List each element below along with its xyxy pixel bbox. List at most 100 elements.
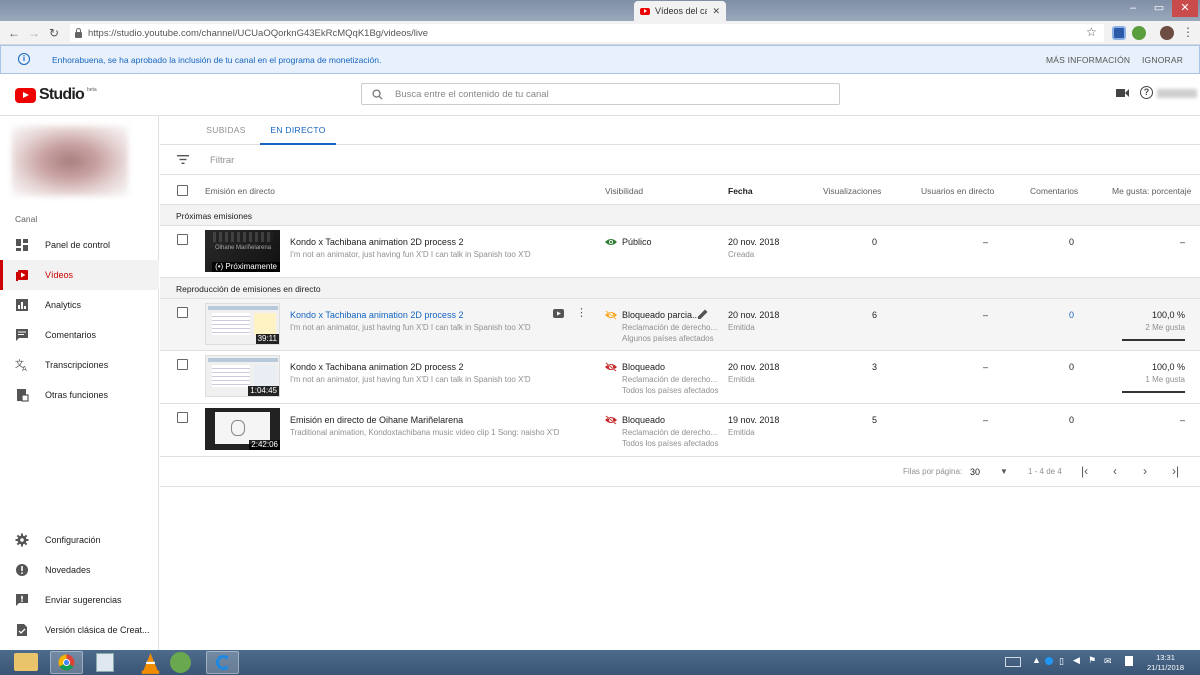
table-row[interactable]: 2:42:06 Emisión en directo de Oihane Mar… — [160, 404, 1200, 457]
chevron-down-icon[interactable]: ▼ — [1000, 467, 1008, 476]
sidebar-item-transcriptions[interactable]: 文A Transcripciones — [0, 350, 159, 380]
profile-avatar[interactable] — [1160, 26, 1174, 40]
date-status: Emitida — [728, 375, 755, 384]
tab-live[interactable]: EN DIRECTO — [260, 116, 336, 145]
video-thumbnail[interactable]: 39:11 — [205, 303, 280, 345]
column-header-comments[interactable]: Comentarios — [1030, 186, 1078, 196]
sidebar-item-other-features[interactable]: Otras funciones — [0, 380, 159, 410]
volume-icon[interactable]: ◀ — [1073, 655, 1080, 666]
video-date: 20 nov. 2018 — [728, 362, 780, 372]
table-row[interactable]: 1:04:45 Kondo x Tachibana animation 2D p… — [160, 351, 1200, 404]
more-options-icon[interactable]: ⋮ — [576, 306, 587, 319]
column-header-views[interactable]: Visualizaciones — [823, 186, 881, 196]
address-bar[interactable]: https://studio.youtube.com/channel/UCUaO… — [70, 24, 1104, 42]
notepad-icon[interactable] — [96, 653, 114, 672]
video-duration: 1:04:45 — [248, 386, 279, 396]
sidebar-item-classic[interactable]: Versión clásica de Creat... — [0, 615, 159, 645]
notification-icon[interactable] — [1125, 656, 1133, 666]
extension-icon[interactable] — [1112, 26, 1126, 40]
row-checkbox[interactable] — [177, 412, 188, 423]
filter-bar[interactable]: Filtrar — [160, 145, 1200, 175]
edit-pencil-icon[interactable] — [698, 309, 708, 319]
browser-tab[interactable]: Vídeos del canal ✕ — [634, 1, 726, 21]
section-label: Reproducción de emisiones en directo — [176, 284, 321, 294]
minimize-window-icon[interactable]: – — [1120, 0, 1146, 17]
video-title[interactable]: Kondo x Tachibana animation 2D process 2 — [290, 310, 463, 320]
video-title[interactable]: Kondo x Tachibana animation 2D process 2 — [290, 362, 463, 372]
column-header-stream[interactable]: Emisión en directo — [205, 186, 275, 196]
back-arrow-icon[interactable]: ← — [6, 25, 22, 41]
tab-uploads[interactable]: SUBIDAS — [200, 116, 252, 145]
browser-menu-icon[interactable]: ⋮ — [1182, 25, 1194, 39]
sidebar-item-settings[interactable]: Configuración — [0, 525, 159, 555]
video-thumbnail[interactable]: 2:42:06 — [205, 408, 280, 450]
action-center-icon[interactable]: ✉ — [1104, 656, 1112, 667]
sidebar-item-videos[interactable]: Vídeos — [0, 260, 159, 290]
more-info-button[interactable]: MÁS INFORMACIÓN — [1046, 55, 1130, 65]
sidebar-item-label: Enviar sugerencias — [45, 595, 122, 605]
edge-taskbar-button[interactable] — [206, 651, 239, 674]
previous-page-icon[interactable]: ‹ — [1113, 464, 1117, 478]
channel-avatar[interactable] — [12, 126, 128, 196]
video-title[interactable]: Emisión en directo de Oihane Mariñelaren… — [290, 415, 463, 425]
last-page-icon[interactable]: ›| — [1172, 464, 1179, 478]
utorrent-icon[interactable] — [170, 652, 191, 673]
reload-icon[interactable]: ↻ — [46, 25, 62, 41]
flag-icon[interactable]: ⚑ — [1088, 655, 1096, 666]
create-video-icon[interactable] — [1116, 88, 1129, 98]
row-checkbox[interactable] — [177, 359, 188, 370]
visibility-status[interactable]: Bloqueado parcia... — [622, 310, 700, 320]
column-header-visibility[interactable]: Visibilidad — [605, 186, 643, 196]
column-header-date[interactable]: Fecha — [728, 186, 753, 196]
vlc-icon[interactable] — [134, 652, 167, 675]
date-status: Emitida — [728, 323, 755, 332]
sidebar-item-news[interactable]: Novedades — [0, 555, 159, 585]
ignore-button[interactable]: IGNORAR — [1142, 55, 1183, 65]
system-clock[interactable]: 13:31 21/11/2018 — [1147, 653, 1184, 673]
studio-logo[interactable]: Studio beta — [15, 86, 97, 104]
help-icon[interactable]: ? — [1140, 86, 1153, 99]
likes-percentage: – — [1179, 237, 1185, 247]
sidebar-item-analytics[interactable]: Analytics — [0, 290, 159, 320]
forward-arrow-icon[interactable]: → — [26, 25, 42, 41]
extension-green-icon[interactable] — [1132, 26, 1146, 40]
translate-icon: 文A — [15, 358, 27, 372]
visibility-status[interactable]: Bloqueado — [622, 362, 665, 372]
sidebar-item-label: Analytics — [45, 300, 82, 310]
chrome-taskbar-button[interactable] — [50, 651, 83, 674]
visibility-status[interactable]: Bloqueado — [622, 415, 665, 425]
sidebar-item-comments[interactable]: Comentarios — [0, 320, 159, 350]
tray-up-arrow-icon[interactable]: ▲ — [1032, 655, 1041, 665]
close-window-icon[interactable]: ✕ — [1172, 0, 1198, 17]
column-header-likes[interactable]: Me gusta: porcentaje — [1112, 186, 1191, 196]
video-thumbnail[interactable]: 1:04:45 — [205, 355, 280, 397]
close-tab-icon[interactable]: ✕ — [712, 6, 720, 17]
tray-app-icon[interactable] — [1045, 657, 1053, 665]
keyboard-icon[interactable] — [1005, 657, 1021, 667]
first-page-icon[interactable]: |‹ — [1081, 464, 1088, 478]
table-row[interactable]: Oihane Mariñelarena (•) Próximamente Kon… — [160, 226, 1200, 278]
maximize-window-icon[interactable]: ▭ — [1146, 0, 1172, 17]
rows-per-page-select[interactable]: 30 — [970, 467, 980, 477]
network-icon[interactable]: ▯ — [1059, 656, 1064, 667]
video-thumbnail[interactable]: Oihane Mariñelarena (•) Próximamente — [205, 230, 280, 272]
table-row[interactable]: 39:11 Kondo x Tachibana animation 2D pro… — [160, 299, 1200, 351]
visibility-region: Algunos países afectados — [622, 334, 714, 343]
comments-count[interactable]: 0 — [1069, 310, 1074, 320]
select-all-checkbox[interactable] — [177, 185, 188, 196]
bookmark-star-icon[interactable]: ☆ — [1086, 25, 1097, 39]
youtube-view-icon[interactable] — [553, 309, 564, 318]
sidebar-item-dashboard[interactable]: Panel de control — [0, 230, 159, 260]
file-explorer-icon[interactable] — [14, 653, 38, 671]
row-checkbox[interactable] — [177, 234, 188, 245]
filter-icon[interactable] — [177, 155, 189, 164]
row-checkbox[interactable] — [177, 307, 188, 318]
next-page-icon[interactable]: › — [1143, 464, 1147, 478]
column-header-live-users[interactable]: Usuarios en directo — [921, 186, 994, 196]
video-title[interactable]: Kondo x Tachibana animation 2D process 2 — [290, 237, 463, 247]
visibility-status[interactable]: Público — [622, 237, 652, 247]
search-input[interactable]: Busca entre el contenido de tu canal — [361, 83, 840, 105]
sidebar-item-feedback[interactable]: Enviar sugerencias — [0, 585, 159, 615]
page-range: 1 - 4 de 4 — [1028, 467, 1062, 476]
account-name[interactable] — [1157, 89, 1197, 98]
